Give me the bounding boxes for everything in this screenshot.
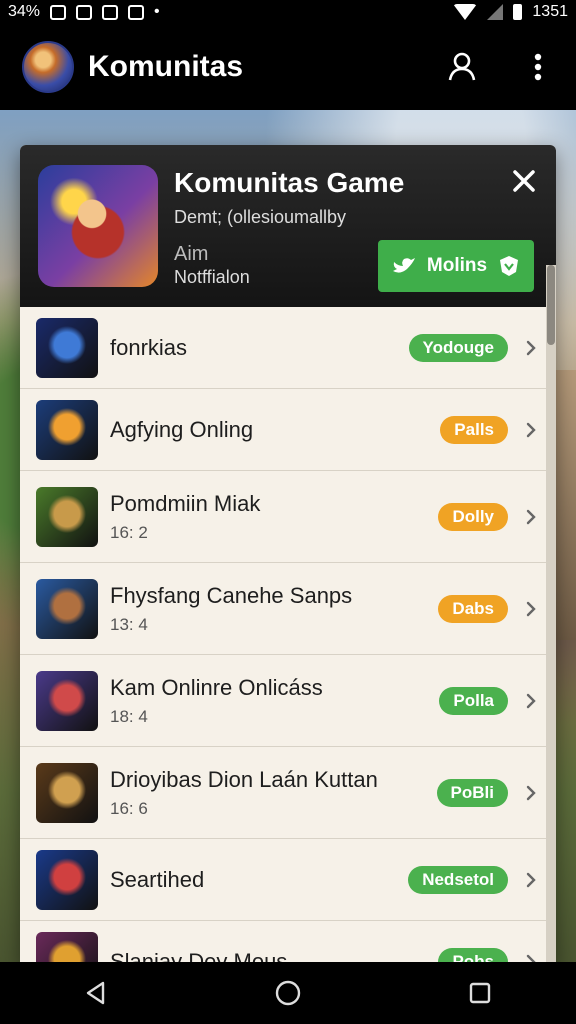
signal-icon: [487, 4, 504, 20]
profile-icon[interactable]: [446, 51, 478, 83]
chevron-right-icon[interactable]: [522, 508, 540, 526]
list-item[interactable]: fonrkias Yodouge: [20, 307, 556, 389]
game-art-image: [38, 165, 158, 287]
status-badge: Dolly: [438, 502, 508, 531]
battery-icon: [513, 4, 523, 20]
game-thumbnail: [36, 931, 98, 965]
chevron-right-icon[interactable]: [522, 871, 540, 889]
back-icon[interactable]: [76, 973, 116, 1013]
bird-icon: [392, 258, 415, 273]
status-badge: Yodouge: [408, 333, 508, 362]
list-item[interactable]: Slaniay Dey Mous Pobs: [20, 921, 556, 965]
status-badge: Nedsetol: [408, 865, 508, 894]
scroll-thumb[interactable]: [547, 265, 555, 345]
follow-button-label: Molins: [426, 255, 488, 276]
dialog-title: Komunitas Game: [174, 167, 405, 198]
more-vert-icon[interactable]: [522, 51, 554, 83]
game-thumbnail: [36, 486, 98, 547]
community-dialog: Komunitas Game Demt; (ollesioumallby Aim…: [20, 145, 556, 965]
list-item[interactable]: Pomdmiin Miak 16: 2 Dolly: [20, 471, 556, 563]
status-badge: Palls: [440, 415, 508, 444]
status-left: 34% •: [8, 3, 160, 21]
game-list: fonrkias Yodouge Agfying Onling Palls Pomdmi…: [20, 307, 556, 965]
dialog-header: Komunitas Game Demt; (ollesioumallby Aim…: [20, 145, 556, 307]
game-thumbnail: [36, 317, 98, 378]
list-item[interactable]: Fhysfang Canehe Sanps 13: 4 Dabs: [20, 563, 556, 655]
chevron-right-icon[interactable]: [522, 339, 540, 357]
screen: 34% • 1351 Komunitas Komunitas Game Demt…: [0, 0, 576, 1024]
game-thumbnail: [36, 399, 98, 460]
status-badge: PoBli: [436, 778, 508, 807]
notification-icon: [50, 4, 67, 20]
recents-icon[interactable]: [460, 973, 500, 1013]
notification-label: Notffialon: [174, 267, 250, 287]
status-time: 1351: [532, 3, 568, 20]
chevron-right-icon[interactable]: [522, 692, 540, 710]
status-bar: 34% • 1351: [0, 0, 576, 24]
list-item[interactable]: Kam Onlinre Onlicáss 18: 4 Polla: [20, 655, 556, 747]
scrollbar[interactable]: [546, 265, 556, 965]
dialog-subtitle: Demt; (ollesioumallby: [174, 207, 347, 227]
chevron-right-icon[interactable]: [522, 600, 540, 618]
battery-percent: 34%: [8, 3, 41, 20]
app-title: Komunitas: [88, 50, 244, 83]
follow-button[interactable]: Molins: [378, 240, 534, 292]
dot-icon: •: [154, 3, 160, 20]
aim-label: Aim: [174, 243, 209, 265]
status-right: 1351: [453, 3, 568, 21]
avatar[interactable]: [22, 41, 74, 93]
game-thumbnail: [36, 670, 98, 731]
chevron-right-icon[interactable]: [522, 421, 540, 439]
game-thumbnail: [36, 762, 98, 823]
list-item[interactable]: Agfying Onling Palls: [20, 389, 556, 471]
list-item[interactable]: Drioyibas Dion Laán Kuttan 16: 6 PoBli: [20, 747, 556, 839]
home-icon[interactable]: [268, 973, 308, 1013]
app-bar: Komunitas: [0, 24, 576, 110]
download-icon: [128, 4, 145, 20]
wifi-icon: [453, 4, 478, 20]
game-thumbnail: [36, 849, 98, 910]
close-icon[interactable]: [510, 167, 538, 195]
nav-bar: [0, 962, 576, 1024]
parking-icon: [102, 4, 119, 20]
app-actions: [446, 51, 554, 83]
status-badge: Dabs: [438, 594, 508, 623]
shield-icon: [500, 256, 519, 276]
chevron-right-icon[interactable]: [522, 784, 540, 802]
status-badge: Polla: [439, 686, 508, 715]
sync-icon: [76, 4, 93, 20]
game-thumbnail: [36, 578, 98, 639]
list-item[interactable]: Seartihed Nedsetol: [20, 839, 556, 921]
